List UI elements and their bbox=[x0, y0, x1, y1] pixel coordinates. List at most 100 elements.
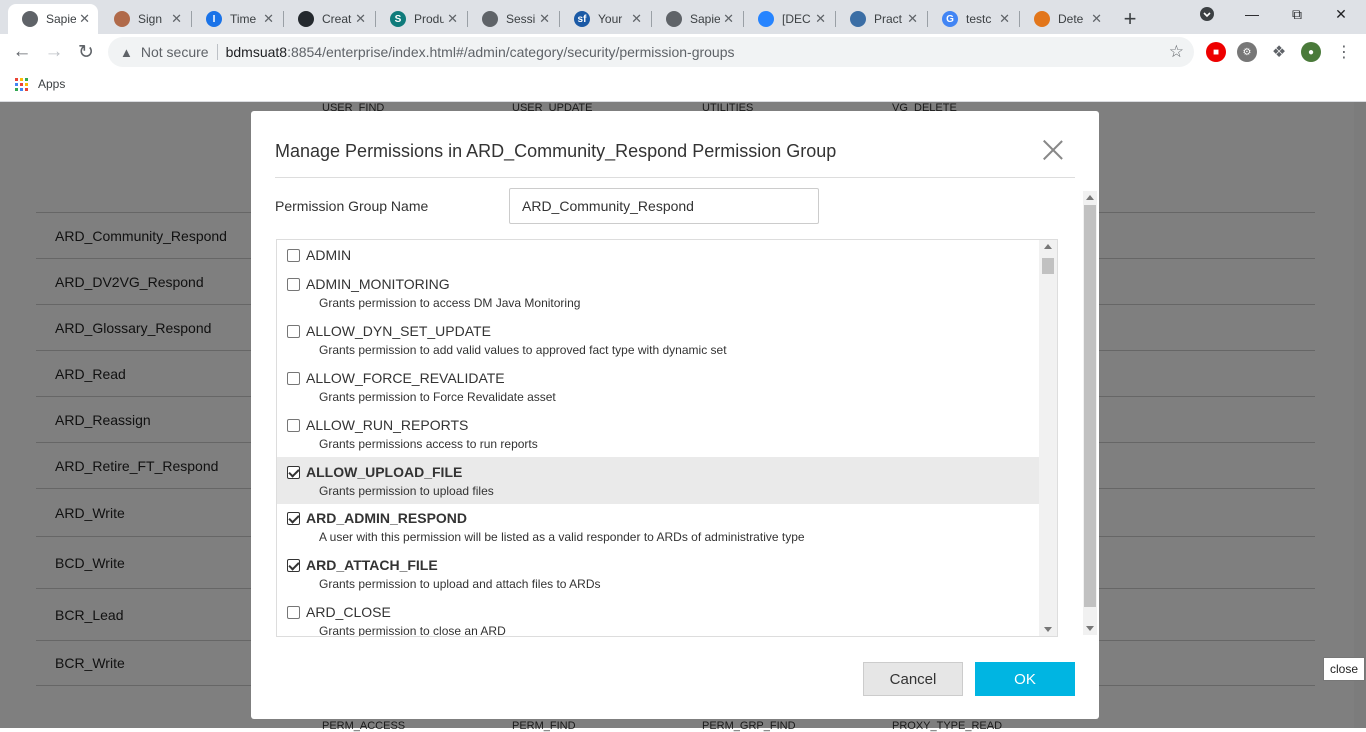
tab-close-icon[interactable]: ✕ bbox=[79, 11, 90, 27]
group-name-label: Permission Group Name bbox=[275, 198, 429, 214]
browser-tab[interactable]: [DEC ✕ bbox=[744, 4, 834, 34]
tab-separator bbox=[835, 11, 836, 27]
permission-item[interactable]: ALLOW_UPLOAD_FILE Grants permission to u… bbox=[277, 457, 1040, 504]
permission-name: ARD_CLOSE bbox=[306, 604, 391, 620]
permission-description: Grants permission to Force Revalidate as… bbox=[319, 390, 556, 404]
tab-close-icon[interactable]: ✕ bbox=[171, 11, 182, 27]
tab-separator bbox=[559, 11, 560, 27]
tab-close-icon[interactable]: ✕ bbox=[723, 11, 734, 27]
browser-tab[interactable]: Creat ✕ bbox=[284, 4, 374, 34]
scrollbar-thumb[interactable] bbox=[1084, 205, 1096, 607]
browser-tab[interactable]: Sign ✕ bbox=[100, 4, 190, 34]
apps-icon[interactable] bbox=[15, 78, 28, 91]
scrollbar-thumb[interactable] bbox=[1042, 258, 1054, 274]
profile-avatar[interactable]: ● bbox=[1301, 42, 1321, 62]
jira-icon bbox=[758, 11, 774, 27]
apps-link[interactable]: Apps bbox=[38, 77, 65, 91]
tab-separator bbox=[191, 11, 192, 27]
minimize-icon[interactable]: — bbox=[1242, 6, 1262, 22]
tab-close-icon[interactable]: ✕ bbox=[263, 11, 274, 27]
scroll-down-icon[interactable] bbox=[1044, 627, 1052, 632]
permission-checkbox[interactable] bbox=[287, 559, 300, 572]
bookmarks-bar: Apps bbox=[0, 72, 1366, 102]
tab-close-icon[interactable]: ✕ bbox=[1091, 11, 1102, 27]
permission-checkbox[interactable] bbox=[287, 249, 300, 262]
permission-item[interactable]: ALLOW_RUN_REPORTS Grants permissions acc… bbox=[277, 411, 1040, 457]
forward-icon[interactable]: → bbox=[42, 41, 66, 63]
permission-checkbox[interactable] bbox=[287, 466, 300, 479]
tab-close-icon[interactable]: ✕ bbox=[999, 11, 1010, 27]
manage-permissions-dialog: Manage Permissions in ARD_Community_Resp… bbox=[251, 111, 1099, 719]
browser-tab[interactable]: Pract ✕ bbox=[836, 4, 926, 34]
permission-item[interactable]: ARD_CLOSE Grants permission to close an … bbox=[277, 598, 1040, 636]
permission-item[interactable]: ADMIN bbox=[277, 240, 1040, 270]
permission-checkbox[interactable] bbox=[287, 372, 300, 385]
tab-title: Sapie bbox=[46, 12, 76, 26]
address-bar[interactable]: ▲ Not secure bdmsuat8:8854/enterprise/in… bbox=[108, 37, 1194, 67]
dialog-title: Manage Permissions in ARD_Community_Resp… bbox=[275, 141, 837, 161]
permission-checkbox[interactable] bbox=[287, 419, 300, 432]
restore-icon[interactable]: ⧉ bbox=[1287, 6, 1307, 23]
permission-item[interactable]: ALLOW_DYN_SET_UPDATE Grants permission t… bbox=[277, 317, 1040, 364]
bookmark-star-icon[interactable]: ☆ bbox=[1169, 42, 1184, 62]
tab-title: Dete bbox=[1058, 12, 1084, 26]
permission-checkbox[interactable] bbox=[287, 325, 300, 338]
browser-toolbar: ← → ↻ ▲ Not secure bdmsuat8:8854/enterpr… bbox=[0, 34, 1366, 72]
group-name-input[interactable] bbox=[509, 188, 819, 224]
dialog-scrollbar[interactable] bbox=[1083, 191, 1097, 635]
tab-close-icon[interactable]: ✕ bbox=[631, 11, 642, 27]
scroll-up-icon[interactable] bbox=[1044, 244, 1052, 249]
tab-title: Sessi bbox=[506, 12, 536, 26]
permission-checkbox[interactable] bbox=[287, 278, 300, 291]
extension-icon[interactable]: ⚙ bbox=[1237, 42, 1257, 62]
permission-name: ALLOW_RUN_REPORTS bbox=[306, 417, 469, 433]
browser-tab[interactable]: Gtestc ✕ bbox=[928, 4, 1018, 34]
adblock-icon[interactable]: ■ bbox=[1206, 42, 1226, 62]
window-close-icon[interactable]: ✕ bbox=[1331, 6, 1351, 23]
browser-tab[interactable]: I Time ✕ bbox=[192, 4, 282, 34]
tab-title: [DEC bbox=[782, 12, 811, 26]
globe-icon bbox=[482, 11, 498, 27]
menu-kebab-icon[interactable]: ⋮ bbox=[1334, 42, 1354, 62]
ok-button[interactable]: OK bbox=[975, 662, 1075, 696]
tab-separator bbox=[1019, 11, 1020, 27]
tab-title: Creat bbox=[322, 12, 352, 26]
tab-close-icon[interactable]: ✕ bbox=[815, 11, 826, 27]
permission-item[interactable]: ARD_ADMIN_RESPOND A user with this permi… bbox=[277, 504, 1040, 551]
browser-tab[interactable]: Sapie ✕ bbox=[8, 4, 98, 34]
browser-tab[interactable]: sf Your ✕ bbox=[560, 4, 650, 34]
permissions-list: ADMIN ADMIN_MONITORING Grants permission… bbox=[276, 239, 1058, 637]
browser-tab[interactable]: Sessi ✕ bbox=[468, 4, 558, 34]
permission-name: ADMIN bbox=[306, 247, 352, 263]
browser-tab[interactable]: Dete ✕ bbox=[1020, 4, 1110, 34]
new-tab-button[interactable]: + bbox=[1119, 6, 1141, 32]
browser-tab[interactable]: Sapie ✕ bbox=[652, 4, 742, 34]
tab-title: Your bbox=[598, 12, 623, 26]
permissions-list-scrollbar[interactable] bbox=[1039, 240, 1057, 636]
close-icon[interactable] bbox=[1043, 140, 1063, 160]
permission-name: ARD_ATTACH_FILE bbox=[306, 557, 438, 573]
browser-tab[interactable]: S Produ ✕ bbox=[376, 4, 466, 34]
tab-close-icon[interactable]: ✕ bbox=[539, 11, 550, 27]
scroll-up-icon[interactable] bbox=[1086, 195, 1094, 200]
permission-description: Grants permission to access DM Java Moni… bbox=[319, 296, 581, 310]
permission-name: ARD_ADMIN_RESPOND bbox=[306, 510, 468, 526]
permission-checkbox[interactable] bbox=[287, 512, 300, 525]
back-icon[interactable]: ← bbox=[10, 41, 34, 63]
tab-close-icon[interactable]: ✕ bbox=[907, 11, 918, 27]
puzzle-icon[interactable]: ❖ bbox=[1269, 42, 1289, 62]
permission-item[interactable]: ARD_ATTACH_FILE Grants permission to upl… bbox=[277, 551, 1040, 598]
scroll-down-icon[interactable] bbox=[1086, 626, 1094, 631]
permission-checkbox[interactable] bbox=[287, 606, 300, 619]
reload-icon[interactable]: ↻ bbox=[74, 41, 98, 64]
permission-item[interactable]: ADMIN_MONITORING Grants permission to ac… bbox=[277, 270, 1040, 317]
permission-item[interactable]: ALLOW_FORCE_REVALIDATE Grants permission… bbox=[277, 364, 1040, 411]
tab-close-icon[interactable]: ✕ bbox=[447, 11, 458, 27]
permission-name: ALLOW_DYN_SET_UPDATE bbox=[306, 323, 491, 339]
tab-close-icon[interactable]: ✕ bbox=[355, 11, 366, 27]
cancel-button[interactable]: Cancel bbox=[863, 662, 963, 696]
tab-separator bbox=[743, 11, 744, 27]
tab-search-icon[interactable] bbox=[1197, 6, 1217, 25]
warning-icon[interactable]: ▲ bbox=[120, 45, 133, 60]
tab-title: testc bbox=[966, 12, 992, 26]
